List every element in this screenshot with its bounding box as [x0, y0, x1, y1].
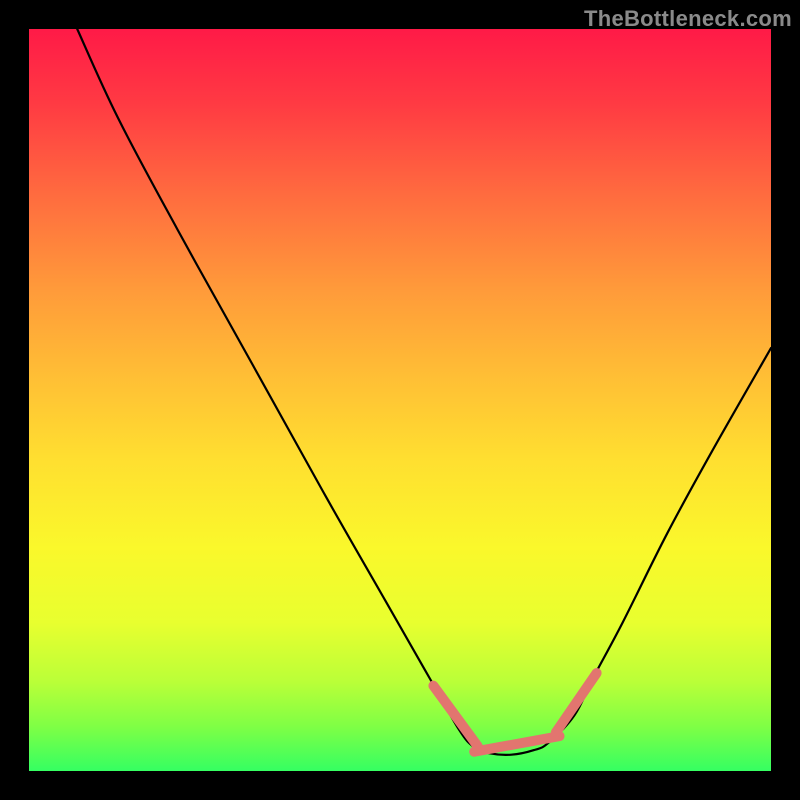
chart-svg [29, 29, 771, 771]
bottleneck-curve [77, 29, 771, 755]
chart-plot-area [29, 29, 771, 771]
highlight-segment-2 [556, 673, 597, 732]
watermark-text: TheBottleneck.com [584, 6, 792, 32]
highlight-segment-0 [433, 686, 478, 747]
